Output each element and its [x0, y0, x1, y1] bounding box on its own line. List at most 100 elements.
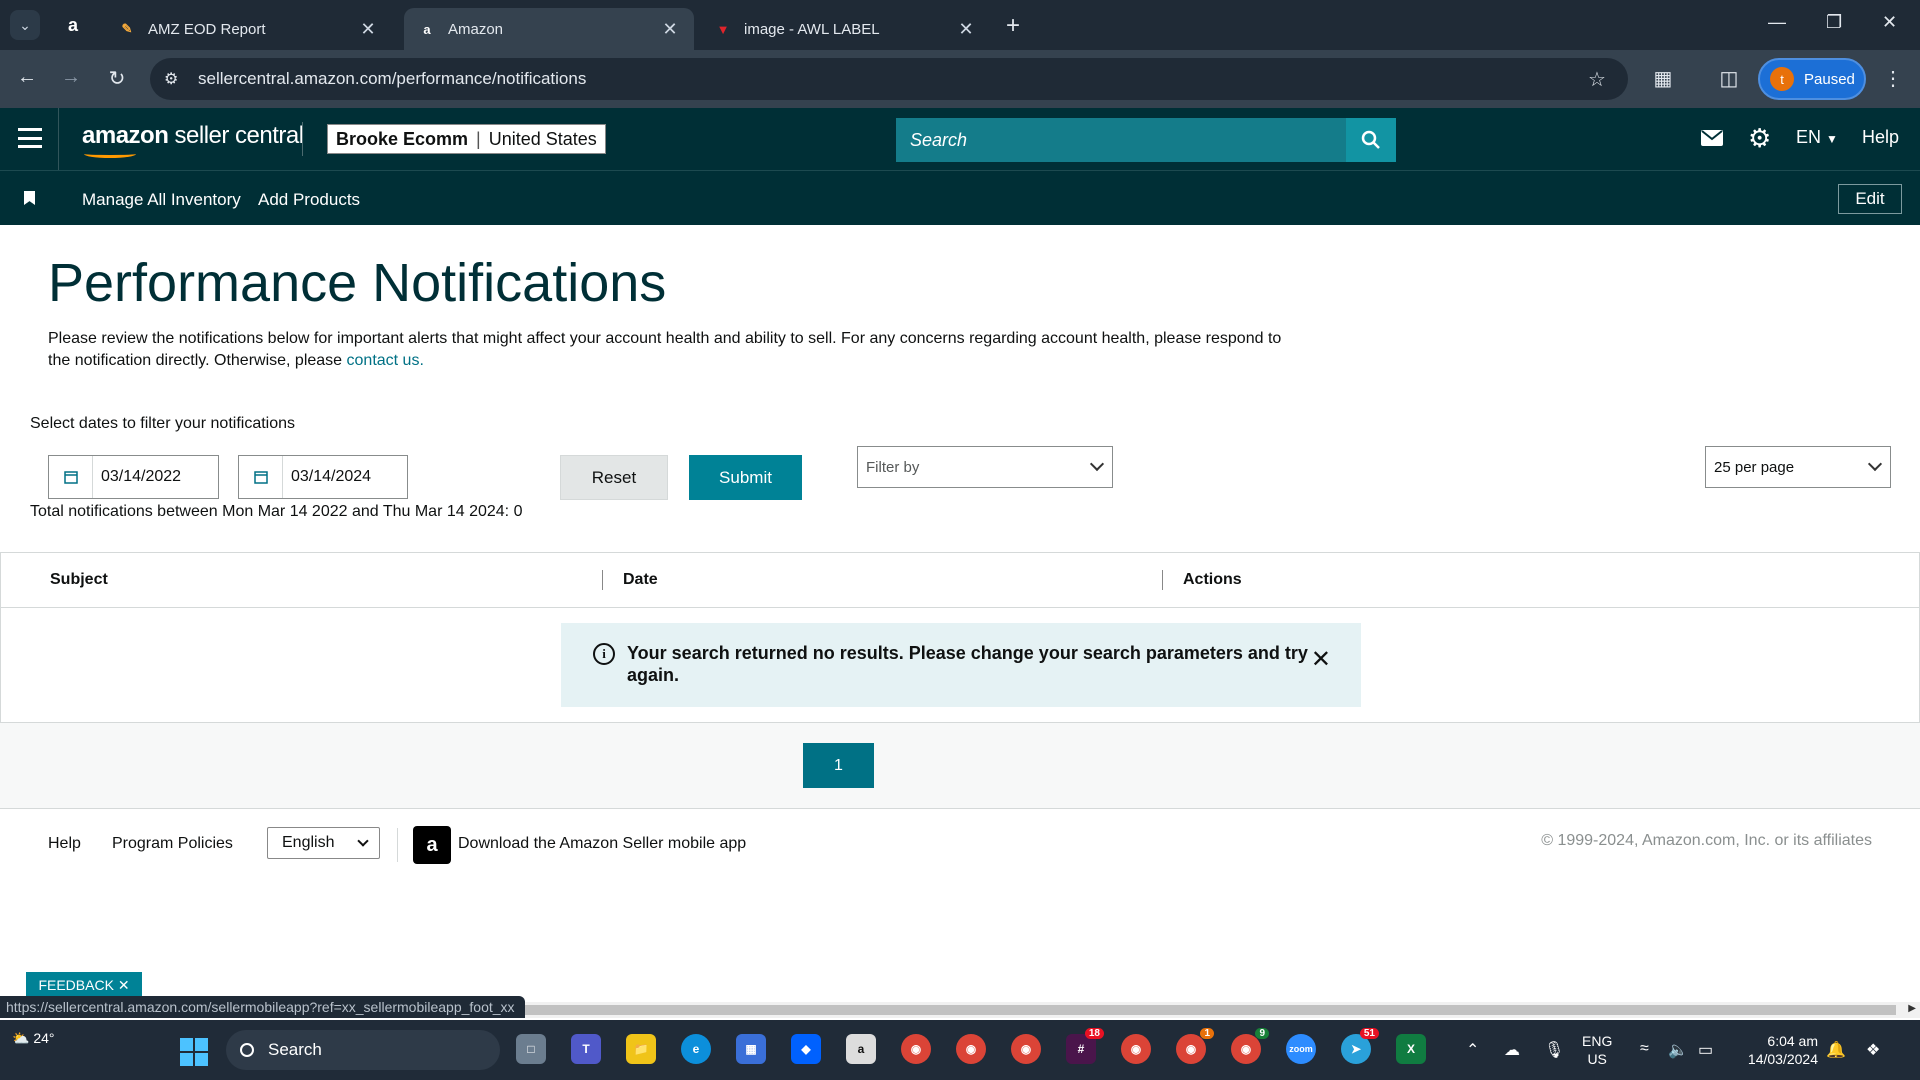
footer-language-select[interactable]: English [267, 827, 380, 859]
notification-bell-icon[interactable]: 🔔 [1826, 1040, 1846, 1060]
filter-by-select[interactable]: Filter by [857, 446, 1113, 488]
search-input[interactable]: Search [896, 118, 1346, 162]
volume-icon[interactable]: 🔈 [1668, 1040, 1688, 1060]
calendar-icon[interactable] [239, 456, 283, 498]
telegram-icon[interactable]: ➤ 51 [1341, 1028, 1379, 1064]
minimize-icon[interactable]: — [1768, 12, 1786, 33]
taskbar-search-label: Search [268, 1040, 322, 1059]
excel-icon[interactable]: X [1396, 1034, 1426, 1064]
address-bar[interactable]: ⚙ sellercentral.amazon.com/performance/n… [150, 58, 1628, 100]
search-button[interactable] [1346, 118, 1396, 162]
tab-awl-label[interactable]: ▼ image - AWL LABEL ✕ [700, 8, 990, 50]
hamburger-menu-icon[interactable] [18, 128, 42, 148]
zoom-icon[interactable]: zoom [1286, 1034, 1316, 1064]
browser-tab-strip: ⌄ a ✎ AMZ EOD Report ✕ a Amazon ✕ ▼ imag… [0, 0, 1920, 50]
forward-icon[interactable]: → [58, 66, 84, 89]
chevron-up-icon[interactable]: ⌃ [1466, 1040, 1479, 1060]
submit-button[interactable]: Submit [689, 455, 802, 500]
date-to-field[interactable]: 03/14/2024 [238, 455, 408, 499]
logo-word: amazon [82, 122, 169, 149]
site-info-icon[interactable]: ⚙ [164, 69, 198, 89]
scroll-right-arrow-icon[interactable]: ▶ [1908, 1003, 1916, 1014]
clock-time: 6:04 am [1767, 1033, 1818, 1049]
close-window-icon[interactable]: ✕ [1882, 12, 1897, 33]
system-clock[interactable]: 6:04 am 14/03/2024 [1740, 1032, 1818, 1068]
weather-icon: ⛅ [12, 1030, 30, 1046]
account-switcher[interactable]: Brooke Ecomm | United States [327, 124, 606, 154]
reset-button[interactable]: Reset [560, 455, 668, 500]
contact-us-link[interactable]: contact us. [347, 352, 424, 369]
close-tab-icon[interactable]: ✕ [956, 19, 976, 40]
page-button-current[interactable]: 1 [803, 743, 874, 788]
column-header-subject[interactable]: Subject [50, 571, 108, 589]
page-description: Please review the notifications below fo… [48, 328, 1288, 372]
close-tab-icon[interactable]: ✕ [660, 19, 680, 40]
slack-icon[interactable]: #18 [1066, 1028, 1104, 1064]
edit-bookmarks-button[interactable]: Edit [1838, 184, 1902, 214]
tab-title: AMZ EOD Report [148, 20, 266, 38]
pinned-amazon-tab[interactable]: a [56, 8, 90, 42]
awl-icon: ▼ [716, 21, 730, 37]
chrome-icon[interactable]: ◉ [1121, 1034, 1151, 1064]
wifi-icon[interactable]: ≈ [1640, 1040, 1649, 1058]
extensions-icon[interactable]: ▦ [1650, 66, 1676, 91]
craft-icon: ✎ [121, 21, 133, 36]
windows-start-icon[interactable] [180, 1038, 208, 1066]
chrome-icon[interactable]: ◉ 9 [1231, 1028, 1269, 1064]
feedback-button[interactable]: FEEDBACK ✕ [26, 972, 142, 998]
chrome-icon[interactable]: ◉ [956, 1034, 986, 1064]
tab-amz-eod-report[interactable]: ✎ AMZ EOD Report ✕ [104, 8, 392, 50]
bookmark-star-icon[interactable]: ☆ [1588, 67, 1628, 92]
taskbar-search[interactable]: Search [226, 1030, 500, 1070]
side-panel-icon[interactable]: ◫ [1716, 66, 1742, 91]
chevron-down-icon [1867, 456, 1883, 472]
language-selector[interactable]: EN ▼ [1796, 127, 1838, 148]
url-text[interactable]: sellercentral.amazon.com/performance/not… [198, 69, 1588, 89]
seller-central-logo[interactable]: amazon seller central [82, 122, 304, 150]
file-explorer-icon[interactable]: 📁 [626, 1034, 656, 1064]
no-results-alert: i Your search returned no results. Pleas… [561, 623, 1361, 707]
help-link[interactable]: Help [1862, 127, 1899, 148]
mail-icon[interactable] [1701, 126, 1723, 152]
amazon-seller-app-icon[interactable]: a [413, 826, 451, 864]
task-view-icon[interactable]: □ [516, 1034, 546, 1064]
date-filter-label: Select dates to filter your notification… [30, 415, 296, 432]
back-icon[interactable]: ← [14, 66, 40, 89]
microphone-icon[interactable]: 🎙 [1544, 1040, 1564, 1060]
per-page-select[interactable]: 25 per page [1705, 446, 1891, 488]
copilot-icon[interactable]: ❖ [1866, 1040, 1880, 1060]
date-from-field[interactable]: 03/14/2022 [48, 455, 219, 499]
download-app-link[interactable]: Download the Amazon Seller mobile app [458, 835, 746, 853]
bookmark-add-products[interactable]: Add Products [258, 190, 360, 210]
new-tab-button[interactable]: + [1006, 12, 1020, 40]
column-header-date[interactable]: Date [623, 571, 658, 589]
calendar-icon[interactable] [49, 456, 93, 498]
close-icon[interactable]: ✕ [1311, 645, 1331, 674]
footer-program-policies-link[interactable]: Program Policies [112, 835, 233, 853]
tab-search-button[interactable]: ⌄ [10, 10, 40, 40]
reload-icon[interactable]: ↻ [104, 66, 130, 91]
input-language[interactable]: ENG US [1582, 1032, 1612, 1068]
bookmark-manage-all-inventory[interactable]: Manage All Inventory [82, 190, 241, 210]
chrome-icon[interactable]: ◉ [901, 1034, 931, 1064]
seller-central-header: amazon seller central Brooke Ecomm | Uni… [0, 108, 1920, 170]
weather-widget[interactable]: ⛅ 24° [12, 1030, 55, 1047]
tab-amazon[interactable]: a Amazon ✕ [404, 8, 694, 50]
close-tab-icon[interactable]: ✕ [358, 19, 378, 40]
restore-icon[interactable]: ❐ [1826, 12, 1842, 33]
battery-icon[interactable]: ▭ [1698, 1040, 1713, 1060]
chrome-icon[interactable]: ◉ [1011, 1034, 1041, 1064]
bookmark-icon [24, 191, 35, 205]
onedrive-icon[interactable]: ☁ [1504, 1040, 1520, 1060]
store-icon[interactable]: ▦ [736, 1034, 766, 1064]
close-icon[interactable]: ✕ [118, 977, 130, 994]
dropbox-icon[interactable]: ◆ [791, 1034, 821, 1064]
teams-icon[interactable]: T [571, 1034, 601, 1064]
browser-menu-icon[interactable]: ⋮ [1880, 66, 1906, 91]
chrome-icon[interactable]: ◉ 1 [1176, 1028, 1214, 1064]
amazon-icon[interactable]: a [846, 1034, 876, 1064]
footer-help-link[interactable]: Help [48, 835, 81, 853]
edge-icon[interactable]: e [681, 1034, 711, 1064]
profile-button[interactable]: t Paused [1758, 58, 1866, 100]
settings-gear-icon[interactable]: ⚙ [1748, 123, 1771, 154]
